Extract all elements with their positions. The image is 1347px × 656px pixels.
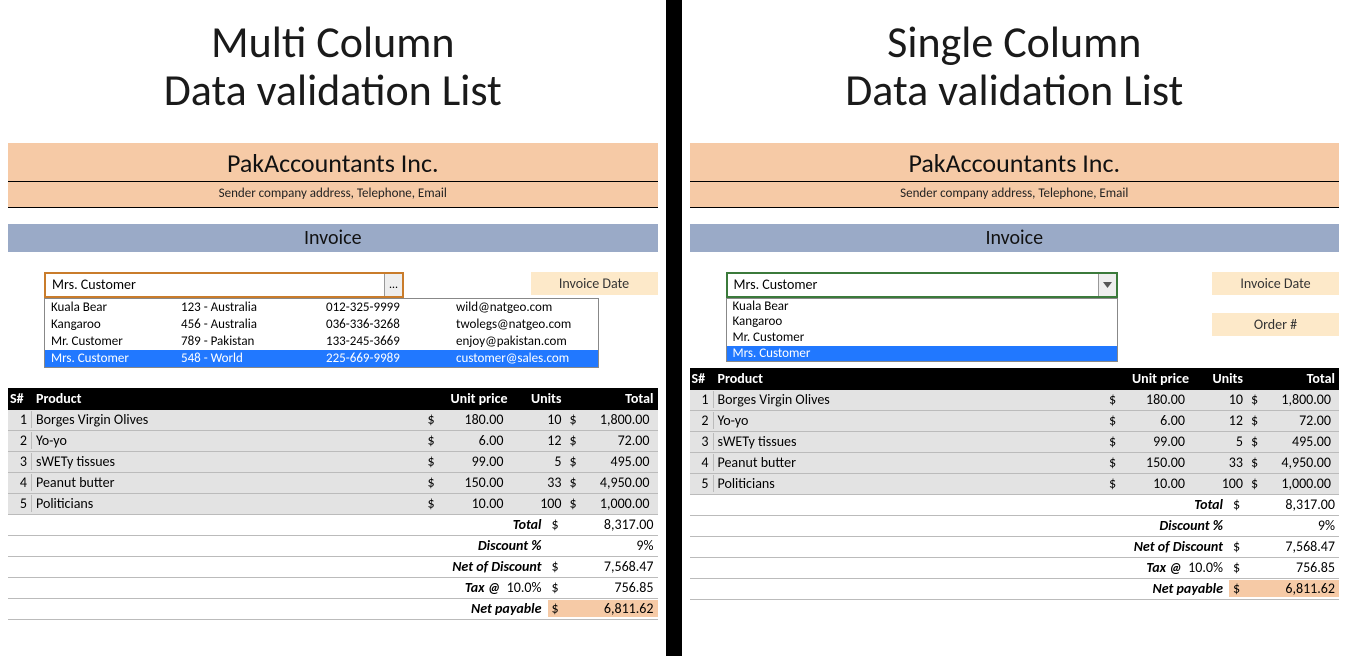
dropdown-item-selected[interactable]: Mrs. Customer 548 - World 225-669-9989 c… <box>45 350 598 367</box>
left-title: Multi Column Data validation List <box>8 18 658 115</box>
dropdown-list-multi[interactable]: Kuala Bear 123 - Australia 012-325-9999 … <box>44 298 599 368</box>
left-panel: Multi Column Data validation List PakAcc… <box>0 0 666 656</box>
invoice-heading: Invoice <box>8 224 658 252</box>
dropdown-item[interactable]: Kangaroo <box>727 314 1117 330</box>
customer-combo-multi[interactable]: Mrs. Customer … Kuala Bear 123 - Austral… <box>44 272 404 298</box>
invoice-heading: Invoice <box>690 224 1340 252</box>
invoice-date-label: Invoice Date <box>1212 272 1339 295</box>
combo-value[interactable]: Mrs. Customer <box>728 276 1098 293</box>
right-title-line2: Data validation List <box>845 63 1183 117</box>
dropdown-item[interactable]: Mr. Customer <box>727 330 1117 346</box>
company-band-left: PakAccountants Inc. Sender company addre… <box>8 143 658 208</box>
table-row[interactable]: 5Politicians$10.00100$1,000.00 <box>690 474 1340 495</box>
dropdown-item-selected[interactable]: Mrs. Customer <box>727 346 1117 362</box>
table-row[interactable]: 5Politicians$10.00100$1,000.00 <box>8 494 658 515</box>
table-row[interactable]: 2Yo-yo$6.0012$72.00 <box>690 411 1340 432</box>
combo-dropdown-button[interactable]: … <box>384 274 402 296</box>
summary-left: Total$8,317.00 Discount %9% Net of Disco… <box>8 515 658 620</box>
company-name: PakAccountants Inc. <box>8 143 658 182</box>
dropdown-item[interactable]: Kuala Bear <box>727 299 1117 315</box>
order-number-label: Order # <box>1212 313 1339 336</box>
company-band-right: PakAccountants Inc. Sender company addre… <box>690 143 1340 208</box>
right-title-line1: Single Column <box>887 15 1141 69</box>
table-row[interactable]: 3sWETy tissues$99.005$495.00 <box>8 452 658 473</box>
right-title: Single Column Data validation List <box>690 18 1340 115</box>
dropdown-item[interactable]: Kuala Bear 123 - Australia 012-325-9999 … <box>45 299 598 316</box>
table-row[interactable]: 4Peanut butter$150.0033$4,950.00 <box>690 453 1340 474</box>
chevron-down-icon <box>1103 282 1112 288</box>
company-sub: Sender company address, Telephone, Email <box>8 182 658 208</box>
left-title-line2: Data validation List <box>164 63 502 117</box>
invoice-date-label: Invoice Date <box>531 272 658 295</box>
ellipsis-icon: … <box>389 279 397 291</box>
customer-combo-single[interactable]: Mrs. Customer Kuala Bear Kangaroo Mr. Cu… <box>726 272 1118 298</box>
table-row[interactable]: 4Peanut butter$150.0033$4,950.00 <box>8 473 658 494</box>
combo-value[interactable]: Mrs. Customer <box>46 276 384 293</box>
table-row[interactable]: 1Borges Virgin Olives$180.0010$1,800.00 <box>8 410 658 431</box>
company-name: PakAccountants Inc. <box>690 143 1340 182</box>
combo-dropdown-button[interactable] <box>1098 274 1116 296</box>
company-sub: Sender company address, Telephone, Email <box>690 182 1340 208</box>
table-row[interactable]: 1Borges Virgin Olives$180.0010$1,800.00 <box>690 390 1340 411</box>
invoice-table-left: S# Product Unit price Units Total 1Borge… <box>8 388 658 620</box>
table-row[interactable]: 3sWETy tissues$99.005$495.00 <box>690 432 1340 453</box>
dropdown-list-single[interactable]: Kuala Bear Kangaroo Mr. Customer Mrs. Cu… <box>726 298 1118 362</box>
dropdown-item[interactable]: Kangaroo 456 - Australia 036-336-3268 tw… <box>45 316 598 333</box>
table-header: S# Product Unit price Units Total <box>8 388 658 410</box>
table-header: S# Product Unit price Units Total <box>690 368 1340 390</box>
left-title-line1: Multi Column <box>211 15 454 69</box>
summary-right: Total$8,317.00 Discount %9% Net of Disco… <box>690 495 1340 600</box>
invoice-table-right: S# Product Unit price Units Total 1Borge… <box>690 368 1340 600</box>
dropdown-item[interactable]: Mr. Customer 789 - Pakistan 133-245-3669… <box>45 333 598 350</box>
table-row[interactable]: 2Yo-yo$6.0012$72.00 <box>8 431 658 452</box>
right-panel: Single Column Data validation List PakAc… <box>682 0 1347 656</box>
panel-divider <box>666 0 682 656</box>
